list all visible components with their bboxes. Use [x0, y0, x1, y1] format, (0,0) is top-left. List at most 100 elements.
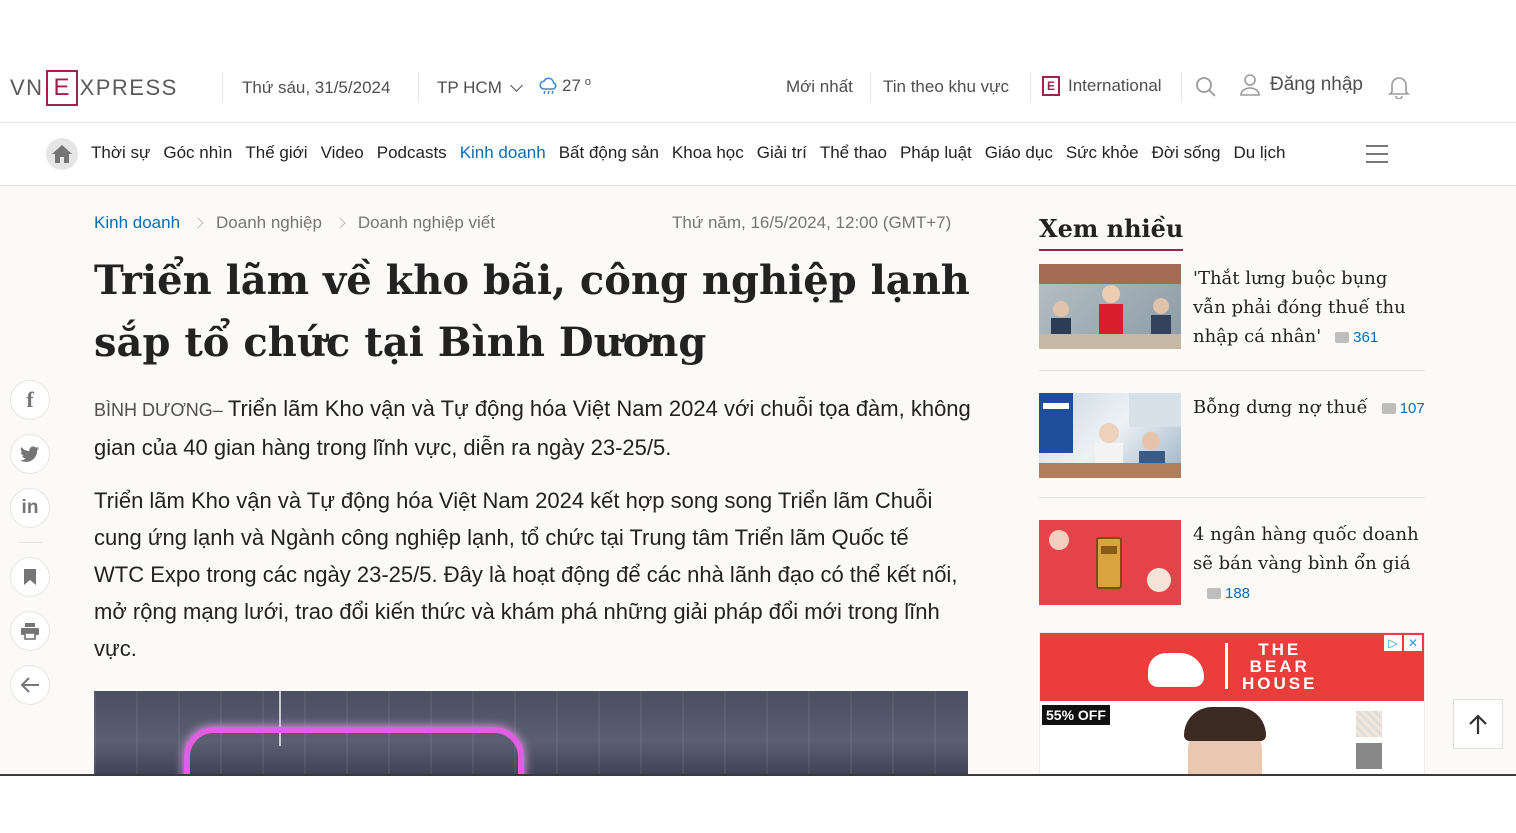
comment-count[interactable]: 188 [1193, 585, 1250, 602]
temperature-unit: o [584, 76, 592, 88]
nav-item-kinh-doanh[interactable]: Kinh doanh [460, 143, 546, 163]
breadcrumb: Kinh doanh Doanh nghiệp Doanh nghiệp viế… [94, 213, 495, 233]
international-e-icon: E [1042, 76, 1060, 96]
nav-item-suc-khoe[interactable]: Sức khỏe [1066, 143, 1139, 163]
most-viewed-text: 'Thắt lưng buộc bụng vẫn phải đóng thuế … [1193, 264, 1425, 352]
article-thumbnail[interactable] [1039, 520, 1181, 605]
breadcrumb-item[interactable]: Kinh doanh [94, 213, 180, 233]
social-share-bar: f in [10, 380, 52, 719]
back-arrow-icon [20, 677, 39, 693]
blank-area [0, 776, 1516, 833]
most-viewed-item[interactable]: 4 ngân hàng quốc doanh sẽ bán vàng bình … [1039, 520, 1425, 610]
breadcrumb-item[interactable]: Doanh nghiệp [216, 213, 322, 233]
nav-item-phap-luat[interactable]: Pháp luật [900, 143, 972, 163]
bell-icon [1388, 77, 1410, 100]
regional-news-link[interactable]: Tin theo khu vực [883, 77, 1009, 97]
comment-count-value: 188 [1225, 585, 1251, 602]
social-divider [19, 542, 43, 543]
arrow-up-icon [1469, 714, 1487, 734]
ad-brand-line: HOUSE [1242, 674, 1318, 693]
most-viewed-item[interactable]: Bỗng dưng nợ thuế 107 [1039, 393, 1425, 483]
linkedin-icon: in [21, 497, 39, 518]
twitter-share-button[interactable] [10, 434, 50, 474]
search-button[interactable] [1195, 76, 1217, 103]
weather-widget[interactable]: 27 o [538, 76, 591, 96]
comment-count[interactable]: 107 [1368, 400, 1425, 417]
adchoices-icon[interactable]: ▷ [1384, 635, 1402, 651]
nav-item-giao-duc[interactable]: Giáo dục [985, 143, 1053, 163]
ad-controls: ▷ ✕ [1384, 635, 1422, 651]
nav-item-bat-dong-san[interactable]: Bất động sản [559, 143, 659, 163]
vnexpress-logo[interactable]: VN E XPRESS [10, 70, 178, 106]
article-location: BÌNH DƯƠNG– [94, 400, 228, 420]
latest-news-link[interactable]: Mới nhất [786, 77, 853, 97]
header-divider [1030, 72, 1031, 102]
twitter-icon [20, 445, 40, 462]
facebook-share-button[interactable]: f [10, 380, 50, 420]
divider [1039, 370, 1425, 371]
comment-icon [1207, 588, 1221, 599]
article-thumbnail[interactable] [1039, 264, 1181, 349]
nav-item-thoi-su[interactable]: Thời sự [91, 143, 150, 163]
home-button[interactable] [46, 138, 78, 170]
most-viewed-text: 4 ngân hàng quốc doanh sẽ bán vàng bình … [1193, 520, 1425, 608]
international-link[interactable]: E International [1042, 76, 1162, 96]
ad-brand-line: BEAR [1249, 657, 1310, 676]
print-button[interactable] [10, 611, 50, 651]
ad-divider [1225, 643, 1228, 689]
nav-item-doi-song[interactable]: Đời sống [1152, 143, 1221, 163]
city-selector[interactable]: TP HCM [437, 78, 525, 98]
hamburger-menu-icon[interactable] [1366, 145, 1388, 169]
bookmark-button[interactable] [10, 557, 50, 597]
header-divider [418, 72, 419, 102]
main-navigation: Thời sự Góc nhìn Thế giới Video Podcasts… [0, 122, 1516, 186]
print-icon [21, 623, 39, 640]
linkedin-share-button[interactable]: in [10, 488, 50, 528]
bookmark-icon [24, 569, 36, 585]
advertisement[interactable]: THE BEAR HOUSE ▷ ✕ 55% OFF [1039, 632, 1425, 775]
most-viewed-headline[interactable]: Bỗng dưng nợ thuế [1193, 397, 1368, 418]
most-viewed-headline[interactable]: 4 ngân hàng quốc doanh sẽ bán vàng bình … [1193, 524, 1419, 574]
most-viewed-item[interactable]: 'Thắt lưng buộc bụng vẫn phải đóng thuế … [1039, 264, 1425, 354]
fabric-swatch [1356, 743, 1382, 769]
bear-logo-icon [1148, 653, 1204, 687]
nav-item-the-gioi[interactable]: Thế giới [245, 143, 307, 163]
article-image[interactable] [94, 691, 968, 775]
logo-vn: VN [10, 75, 44, 100]
logo-e: E [45, 70, 78, 106]
notification-button[interactable] [1388, 75, 1410, 104]
divider [1039, 497, 1425, 498]
nav-item-du-lich[interactable]: Du lịch [1233, 143, 1285, 163]
ad-close-icon[interactable]: ✕ [1404, 635, 1422, 651]
most-viewed-text: Bỗng dưng nợ thuế 107 [1193, 393, 1425, 423]
header-divider [870, 72, 871, 102]
home-icon [52, 145, 72, 163]
search-icon [1196, 77, 1216, 97]
category-list: Thời sự Góc nhìn Thế giới Video Podcasts… [91, 143, 1285, 163]
city-label: TP HCM [437, 78, 502, 97]
current-date: Thứ sáu, 31/5/2024 [242, 78, 391, 97]
nav-item-khoa-hoc[interactable]: Khoa học [672, 143, 744, 163]
comment-count[interactable]: 361 [1321, 329, 1378, 346]
breadcrumb-item[interactable]: Doanh nghiệp viết [358, 213, 495, 233]
nav-item-video[interactable]: Video [321, 143, 364, 163]
user-icon [1240, 74, 1260, 96]
comment-icon [1335, 332, 1350, 343]
login-button[interactable]: Đăng nhập [1240, 74, 1363, 96]
article-thumbnail[interactable] [1039, 393, 1181, 478]
comment-icon [1381, 403, 1396, 414]
article-title: Triển lãm về kho bãi, công nghiệp lạnh s… [94, 257, 970, 366]
most-viewed-title: Xem nhiều [1039, 214, 1184, 251]
nav-item-goc-nhin[interactable]: Góc nhìn [163, 143, 232, 163]
chevron-right-icon [192, 217, 204, 229]
nav-item-giai-tri[interactable]: Giải trí [757, 143, 807, 163]
nav-item-podcasts[interactable]: Podcasts [377, 143, 447, 163]
ad-model-hair [1184, 707, 1266, 741]
comment-count-value: 107 [1399, 400, 1425, 417]
chevron-right-icon [334, 217, 346, 229]
nav-item-the-thao[interactable]: Thể thao [820, 143, 887, 163]
scroll-to-top-button[interactable] [1453, 699, 1503, 749]
back-button[interactable] [10, 665, 50, 705]
logo-xpress: XPRESS [79, 75, 178, 100]
header-divider [1181, 72, 1182, 102]
